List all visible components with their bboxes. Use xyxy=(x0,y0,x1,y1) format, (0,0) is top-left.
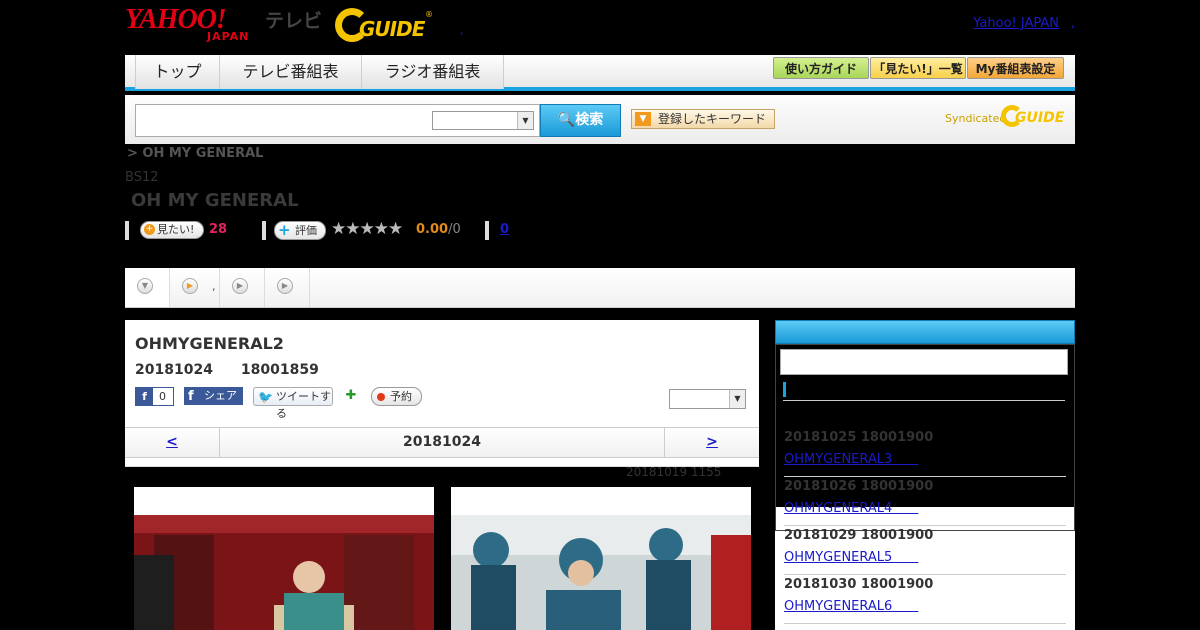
tab-tv-schedule[interactable]: テレビ番組表 xyxy=(219,55,362,89)
prev-date-link[interactable]: < xyxy=(125,428,220,457)
registered-keyword-button[interactable]: ▼ 登録したキーワード xyxy=(631,109,775,129)
tab-radio-schedule[interactable]: ラジオ番組表 xyxy=(361,55,504,89)
chevron-down-icon: ▼ xyxy=(517,112,533,129)
facebook-share-button[interactable]: f シェア xyxy=(184,387,243,405)
record-icon xyxy=(377,393,385,401)
sidebar-header xyxy=(775,320,1075,344)
episode-title: OHMYGENERAL2 xyxy=(135,334,284,353)
episode-panel: OHMYGENERAL2 20181024 18001859 f0 f シェア 🐦… xyxy=(125,320,759,467)
episode-link[interactable]: OHMYGENERAL6 xyxy=(784,595,1066,614)
tab-episodes[interactable]: ▶, xyxy=(170,268,220,307)
twitter-bird-icon: 🐦 xyxy=(258,390,273,404)
site-header: YAHOO! JAPAN テレビ GUIDE ® , Yahoo! JAPAN … xyxy=(125,0,1075,55)
divider xyxy=(262,221,266,240)
dropdown-icon: ▼ xyxy=(635,112,651,126)
scene-photo xyxy=(451,515,751,630)
divider xyxy=(485,221,489,240)
play-icon: ▶ xyxy=(182,278,198,294)
play-icon: ▶ xyxy=(277,278,293,294)
facebook-like-button[interactable]: f0 xyxy=(135,387,174,406)
episode-datetime: 20181024 18001859 xyxy=(135,362,319,378)
list-item: 20181030 18001900 OHMYGENERAL6 xyxy=(784,577,1066,624)
yahoo-japan-logo[interactable]: YAHOO! JAPAN xyxy=(125,6,261,44)
play-icon: ▶ xyxy=(232,278,248,294)
tab-top[interactable]: トップ xyxy=(135,55,220,89)
tweet-button[interactable]: 🐦 ツイートする xyxy=(253,387,333,420)
mitai-button[interactable]: + 見たい! xyxy=(140,221,204,239)
plus-icon: + xyxy=(144,224,155,235)
tv-label: テレビ xyxy=(265,10,323,32)
divider xyxy=(125,221,129,240)
facebook-icon: f xyxy=(136,388,153,405)
header-dot: , xyxy=(1070,16,1075,31)
my-schedule-button[interactable]: My番組表設定 xyxy=(967,57,1064,79)
next-date-link[interactable]: > xyxy=(664,428,759,457)
tab-related[interactable]: ▶ xyxy=(265,268,310,307)
episode-link[interactable]: OHMYGENERAL5 xyxy=(784,546,1066,565)
episode-image xyxy=(134,487,434,630)
episode-link[interactable]: OHMYGENERAL3 xyxy=(784,448,1066,467)
chevron-down-icon: ▼ xyxy=(137,278,153,294)
section-marker xyxy=(783,382,786,397)
list-item: 20181029 18001900 OHMYGENERAL5 xyxy=(784,528,1066,575)
search-bar: ▼ 🔍検索 ▼ 登録したキーワード Syndicated GUIDE xyxy=(125,95,1075,144)
tab-info[interactable]: ▼ xyxy=(125,268,170,307)
episode-image xyxy=(451,487,751,630)
facebook-icon: f xyxy=(188,389,194,404)
rate-button[interactable]: + 評価 xyxy=(274,221,326,240)
channel-name: BS12 xyxy=(125,170,159,185)
episode-link[interactable]: OHMYGENERAL4 xyxy=(784,497,1066,516)
rating-score: 0.00/0 xyxy=(416,222,461,237)
mitai-count: 28 xyxy=(209,222,228,237)
program-tabs: ▼ ▶, ▶ ▶ xyxy=(125,268,1075,308)
guide-button[interactable]: 使い方ガイド xyxy=(773,57,869,79)
divider xyxy=(783,400,1065,401)
chevron-down-icon: ▼ xyxy=(729,390,745,408)
scene-photo xyxy=(134,515,434,630)
tab-cast[interactable]: ▶ xyxy=(220,268,265,307)
review-count-link[interactable]: 0 xyxy=(500,222,509,237)
syndicated-gguide-logo: Syndicated GUIDE xyxy=(945,105,1065,129)
gguide-logo[interactable]: GUIDE ® xyxy=(335,8,433,42)
episode-select[interactable]: ▼ xyxy=(669,389,746,409)
search-category-select[interactable]: ▼ xyxy=(432,111,534,130)
reserve-button[interactable]: 予約 xyxy=(371,387,422,406)
sidebar-input[interactable] xyxy=(780,349,1068,375)
date-navigator: < 20181024 > xyxy=(125,427,759,458)
upcoming-episodes-panel: 20181025 18001900 OHMYGENERAL3 20181026 … xyxy=(775,320,1075,630)
search-button[interactable]: 🔍検索 xyxy=(540,104,621,137)
current-date: 20181024 xyxy=(403,434,481,450)
updated-timestamp: 20181019 1155 xyxy=(626,465,722,479)
list-item: 20181026 18001900 OHMYGENERAL4 xyxy=(784,479,1066,526)
list-item: 20181025 18001900 OHMYGENERAL3 xyxy=(784,430,1066,477)
rating-stars: ★★★★★ xyxy=(331,219,403,239)
yahoo-japan-link[interactable]: Yahoo! JAPAN xyxy=(973,16,1059,31)
mitai-list-button[interactable]: 「見たい!」一覧 xyxy=(870,57,966,79)
plus-icon: + xyxy=(278,221,291,239)
header-separator: , xyxy=(460,24,464,37)
program-title: OH MY GENERAL xyxy=(131,190,299,211)
breadcrumb: > OH MY GENERAL xyxy=(127,146,264,161)
search-icon: 🔍 xyxy=(557,112,576,128)
global-nav: トップ テレビ番組表 ラジオ番組表 使い方ガイド 「見たい!」一覧 My番組表設… xyxy=(125,55,1075,91)
add-calendar-icon[interactable]: ✚ xyxy=(343,388,359,404)
